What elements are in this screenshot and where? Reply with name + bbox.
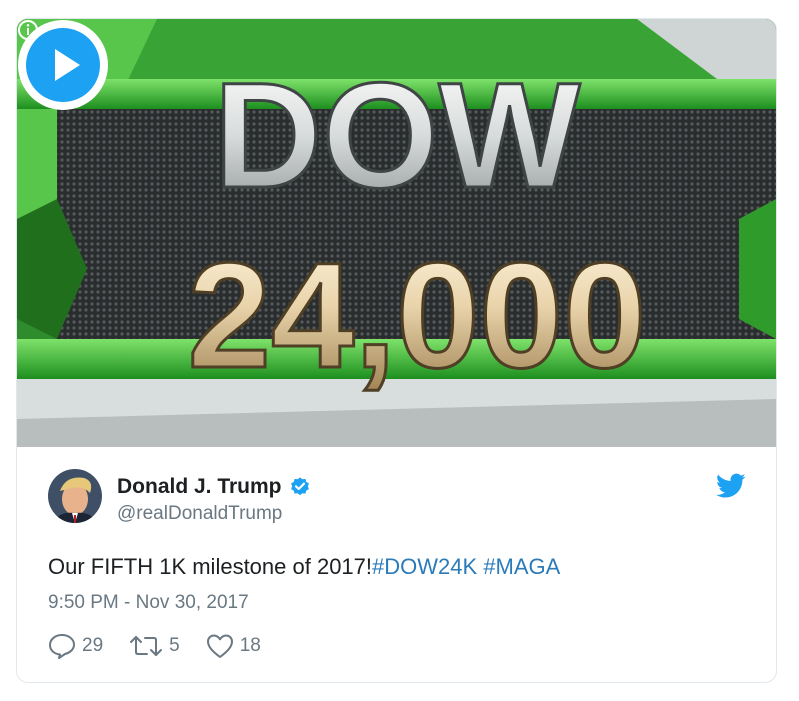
reply-button[interactable]: 29	[48, 633, 103, 659]
reply-count: 29	[82, 635, 104, 656]
reply-icon	[49, 634, 75, 659]
avatar-image	[48, 469, 102, 523]
tweet-text-body: Our FIFTH 1K milestone of 2017!	[48, 554, 373, 579]
play-icon[interactable]	[17, 19, 109, 111]
retweet-icon	[130, 636, 163, 656]
avatar[interactable]	[48, 469, 102, 523]
video-thumbnail: DOW 24,000	[17, 19, 776, 447]
hashtag-link[interactable]: #DOW24K	[372, 554, 477, 579]
retweet-count: 5	[169, 635, 180, 656]
tweet-body: Donald J. Trump @realDonaldTrump Our FIF…	[17, 447, 776, 682]
headline-top: DOW	[214, 51, 581, 219]
heart-icon	[206, 634, 233, 658]
author-name[interactable]: Donald J. Trump	[117, 475, 282, 499]
retweet-button[interactable]: 5	[129, 633, 180, 659]
tweet-text: Our FIFTH 1K milestone of 2017!#DOW24K #…	[48, 554, 560, 580]
video-player[interactable]: DOW 24,000	[17, 19, 776, 447]
verified-badge-icon	[290, 477, 309, 496]
twitter-bird-icon[interactable]	[716, 473, 746, 499]
like-count: 18	[239, 635, 261, 656]
author-handle[interactable]: @realDonaldTrump	[117, 503, 282, 525]
tweet-actions: 29 5 18	[48, 633, 287, 659]
like-button[interactable]: 18	[206, 633, 261, 659]
tweet-timestamp[interactable]: 9:50 PM - Nov 30, 2017	[48, 592, 249, 614]
embedded-tweet-card[interactable]: DOW 24,000 Donald J. Trump @realDonaldTr…	[16, 18, 777, 683]
hashtag-link[interactable]: #MAGA	[483, 554, 560, 579]
headline-bottom: 24,000	[188, 231, 647, 399]
